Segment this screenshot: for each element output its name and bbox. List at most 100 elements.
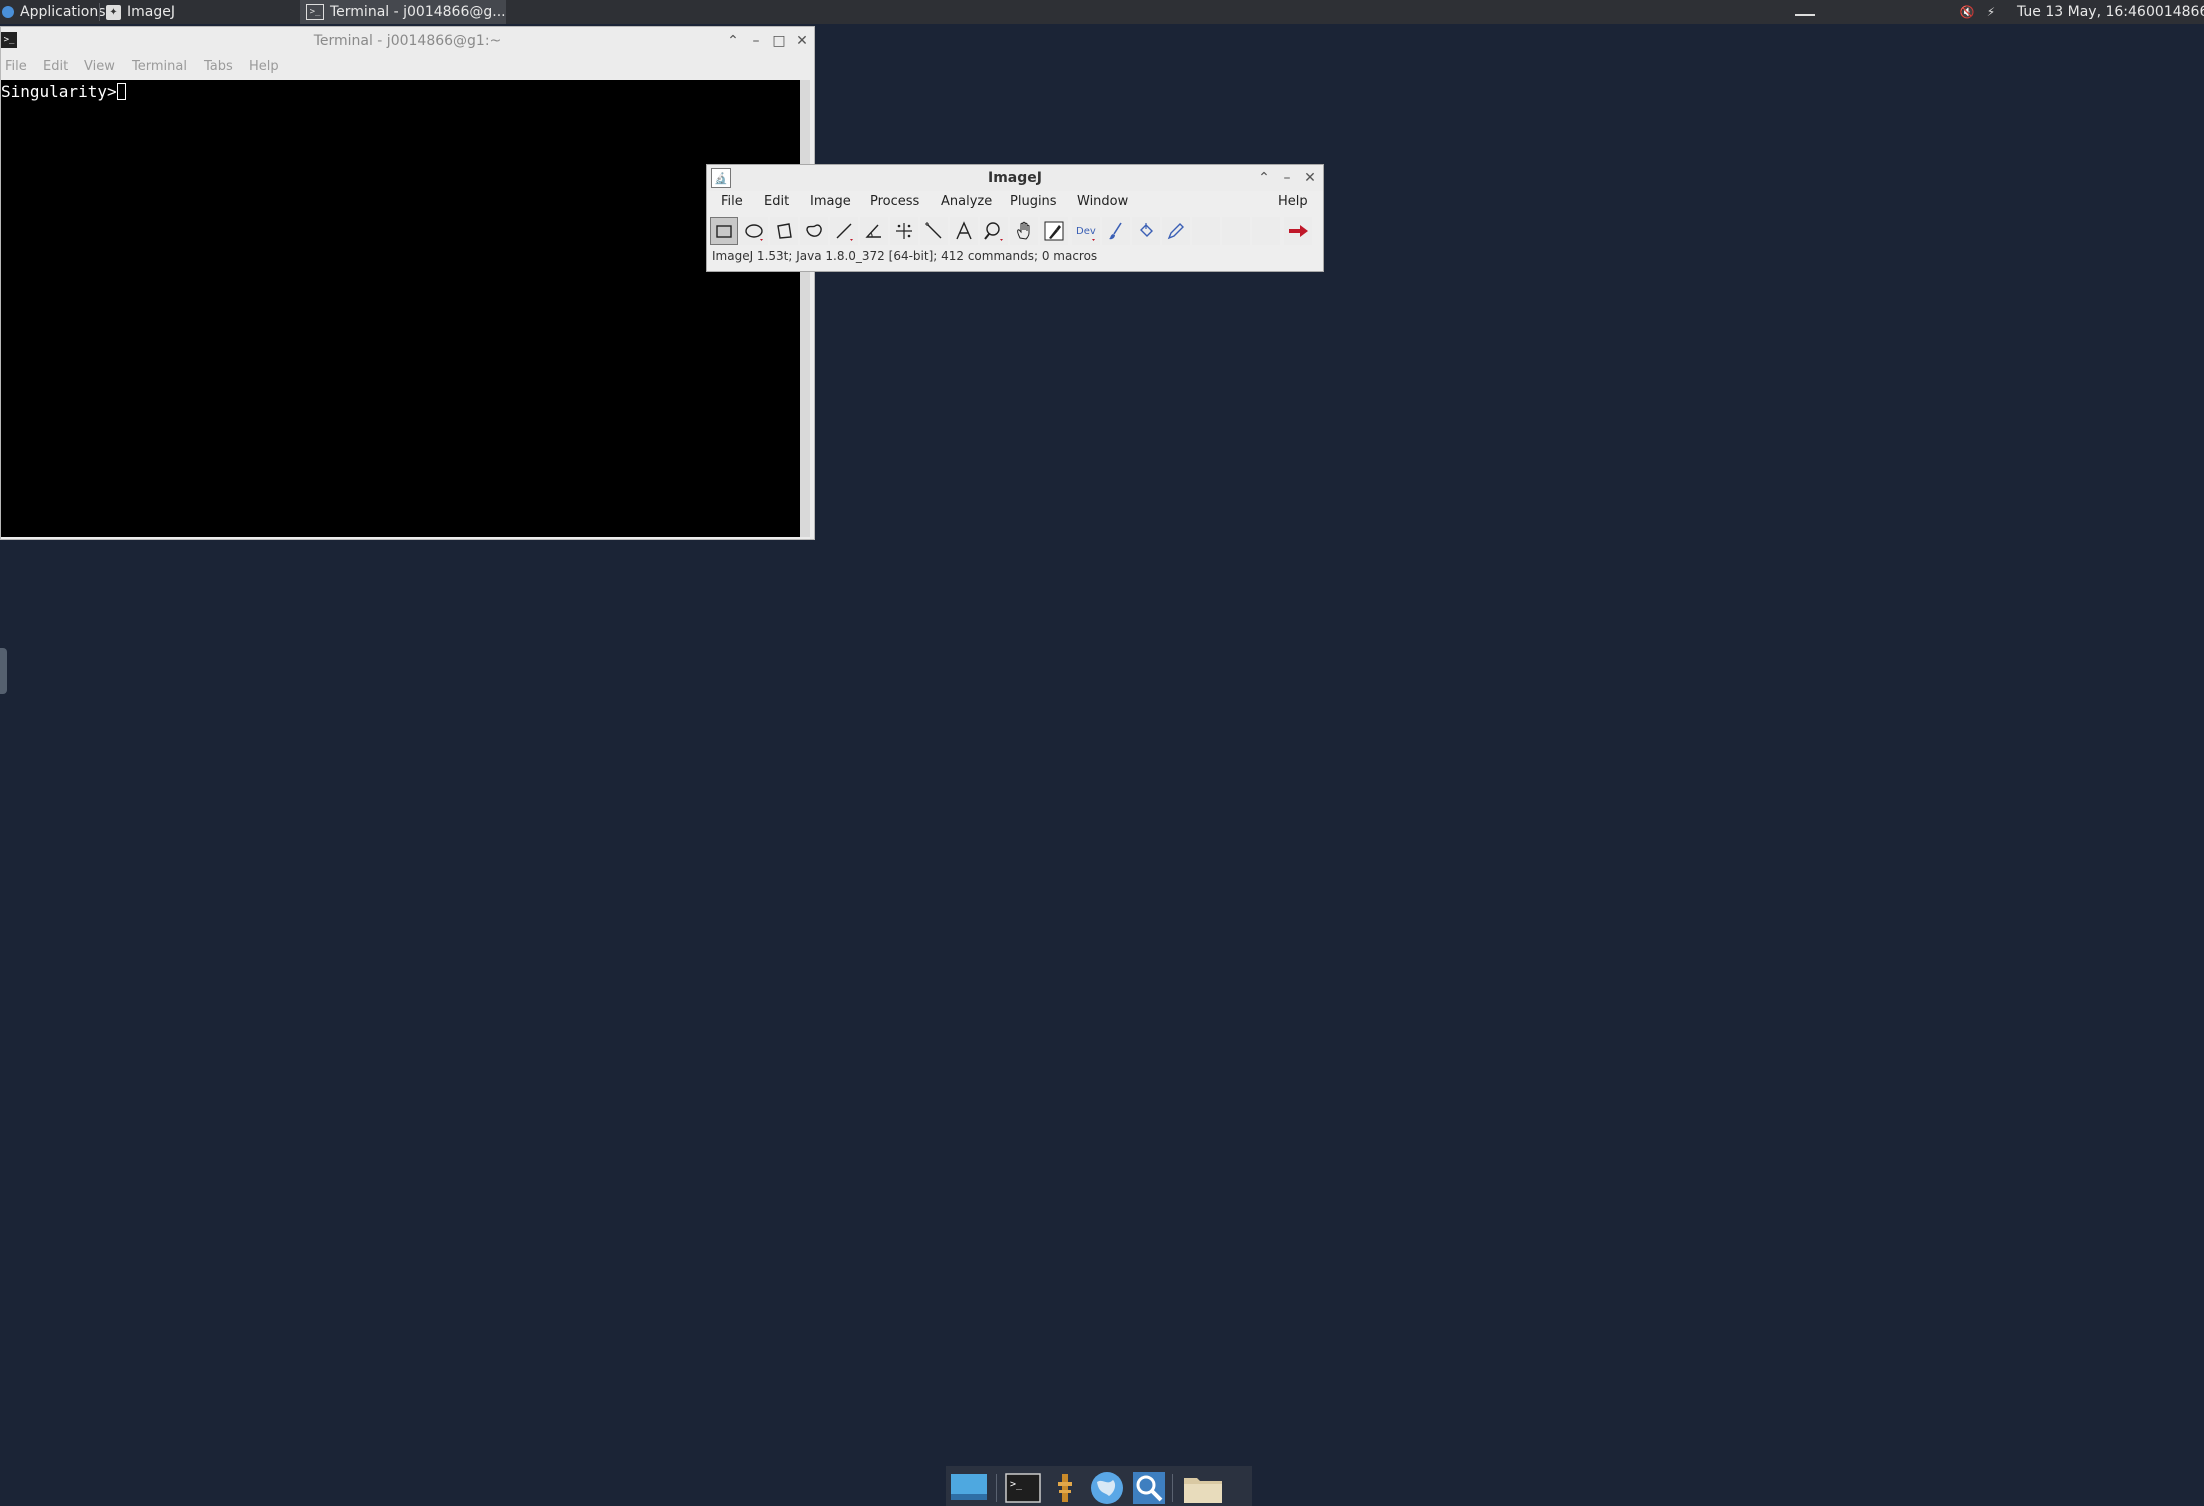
imagej-menubar: File Edit Image Process Analyze Plugins … [707,191,1323,213]
terminal-title: Terminal - j0014866@g1:~ [313,33,502,49]
rectangle-tool-icon [716,225,732,238]
scrolling-tool[interactable] [1010,217,1038,245]
terminal-cursor [116,83,126,100]
terminal-screen[interactable]: Singularity> [1,80,801,537]
terminal-prompt-line: Singularity> [1,82,126,101]
volume-muted-icon: 🔇 [1959,5,1975,19]
terminal-menu-view[interactable]: View [84,59,115,74]
imagej-menu-process[interactable]: Process [870,194,919,209]
applications-menu[interactable]: Applications [2,0,106,24]
terminal-scrollbar[interactable] [800,80,810,537]
imagej-menu-window[interactable]: Window [1077,194,1128,209]
pencil-tool-icon [1167,223,1184,240]
dock: >_ [946,1466,1252,1506]
multi-point-tool-icon [896,223,912,239]
imagej-status-bar: ImageJ 1.53t; Java 1.8.0_372 [64-bit]; 4… [712,249,1098,263]
imagej-toolbar: Dev [710,217,1322,245]
switch-toolsets-icon [1289,225,1308,237]
imagej-menu-file[interactable]: File [721,194,743,209]
taskbar-item-label: ImageJ [127,4,175,20]
polygon-tool[interactable] [770,217,798,245]
imagej-menu-edit[interactable]: Edit [764,194,789,209]
developer-menu-tool[interactable]: Dev [1072,217,1100,245]
imagej-menu-analyze[interactable]: Analyze [941,194,992,209]
side-panel-handle[interactable] [0,648,7,694]
terminal-menu-help[interactable]: Help [249,59,279,74]
taskbar-item-imagej[interactable]: ✦ ImageJ [104,0,300,24]
terminal-icon: >_ [1005,1473,1041,1503]
developer-menu-icon: Dev [1076,226,1096,241]
close-button[interactable]: ✕ [1301,169,1319,187]
clock[interactable]: Tue 13 May, 16:46 [2017,0,2146,24]
shade-button[interactable]: ⌃ [724,32,742,50]
oval-tool[interactable] [740,217,768,245]
terminal-menu-tabs[interactable]: Tabs [204,59,233,74]
imagej-titlebar[interactable]: 🔬 ImageJ ⌃ – ✕ [707,165,1323,191]
terminal-app-icon: >_ [306,4,324,20]
user-label: 0014866 [2146,4,2204,20]
polygon-tool-icon [777,223,792,239]
dock-web-browser[interactable] [1086,1470,1128,1506]
taskbar-item-label: Terminal - j0014866@g... [330,4,506,20]
maximize-button[interactable]: □ [770,32,788,50]
magnifier-tool[interactable] [980,217,1008,245]
flood-fill-tool[interactable] [1132,217,1160,245]
freehand-tool-icon [806,224,822,237]
rectangle-tool[interactable] [710,217,738,245]
imagej-menu-image[interactable]: Image [810,194,851,209]
terminal-menu-file[interactable]: File [5,59,27,74]
user-menu[interactable]: 0014866 [2146,0,2204,24]
imagej-menu-plugins[interactable]: Plugins [1010,194,1057,209]
multi-point-tool[interactable] [890,217,918,245]
imagej-menu-help[interactable]: Help [1278,194,1308,209]
empty-tool-slot[interactable] [1192,217,1220,245]
freehand-tool[interactable] [800,217,828,245]
angle-tool[interactable] [860,217,888,245]
magnifier-tool-icon [984,222,1003,241]
web-browser-icon [1091,1472,1123,1504]
terminal-menu-edit[interactable]: Edit [43,59,68,74]
flood-fill-tool-icon [1140,223,1153,237]
empty-tool-slot[interactable] [1222,217,1250,245]
workspace-switcher[interactable] [1795,0,1819,24]
scrolling-tool-icon [1017,221,1030,240]
imagej-window: 🔬 ImageJ ⌃ – ✕ File Edit Image Process A… [706,164,1324,272]
dock-folder[interactable] [1182,1470,1224,1506]
imagej-app-icon: ✦ [106,4,121,20]
straight-line-tool[interactable] [830,217,858,245]
wand-tool[interactable] [920,217,948,245]
color-picker-tool[interactable] [1040,217,1068,245]
show-desktop-icon [951,1474,987,1500]
terminal-menu-terminal[interactable]: Terminal [132,59,187,74]
workspace-icon [1795,8,1815,16]
straight-line-tool-icon [836,223,853,241]
empty-tool-slot[interactable] [1252,217,1280,245]
minimize-button[interactable]: – [1278,169,1296,187]
top-panel: Applications ✦ ImageJ >_ Terminal - j001… [0,0,2204,24]
terminal-prompt: Singularity> [1,82,117,101]
minimize-button[interactable]: – [747,32,765,50]
battery-icon: ⚡ [1986,5,1996,19]
search-icon [1133,1472,1165,1504]
shade-button[interactable]: ⌃ [1255,169,1273,187]
dock-file-manager[interactable] [1044,1470,1086,1506]
pencil-tool[interactable] [1162,217,1190,245]
terminal-titlebar[interactable]: >_ Terminal - j0014866@g1:~ ⌃ – □ ✕ [1,27,814,55]
tray-volume[interactable]: 🔇 [1959,0,1975,24]
oval-tool-icon [745,224,763,241]
color-picker-tool-icon [1044,221,1064,241]
paintbrush-tool[interactable] [1102,217,1130,245]
applications-label: Applications [20,4,106,20]
folder-icon [1184,1478,1222,1503]
switch-toolsets-tool[interactable] [1284,217,1312,245]
dock-terminal[interactable]: >_ [1002,1470,1044,1506]
text-tool[interactable] [950,217,978,245]
dock-separator [996,1474,997,1502]
tray-battery[interactable]: ⚡ [1984,0,1998,24]
taskbar-item-terminal[interactable]: >_ Terminal - j0014866@g... [300,0,506,24]
dock-show-desktop[interactable] [948,1470,990,1506]
close-button[interactable]: ✕ [793,32,811,50]
applications-icon [2,6,14,18]
terminal-window: >_ Terminal - j0014866@g1:~ ⌃ – □ ✕ File… [0,26,815,540]
dock-search[interactable] [1128,1470,1170,1506]
